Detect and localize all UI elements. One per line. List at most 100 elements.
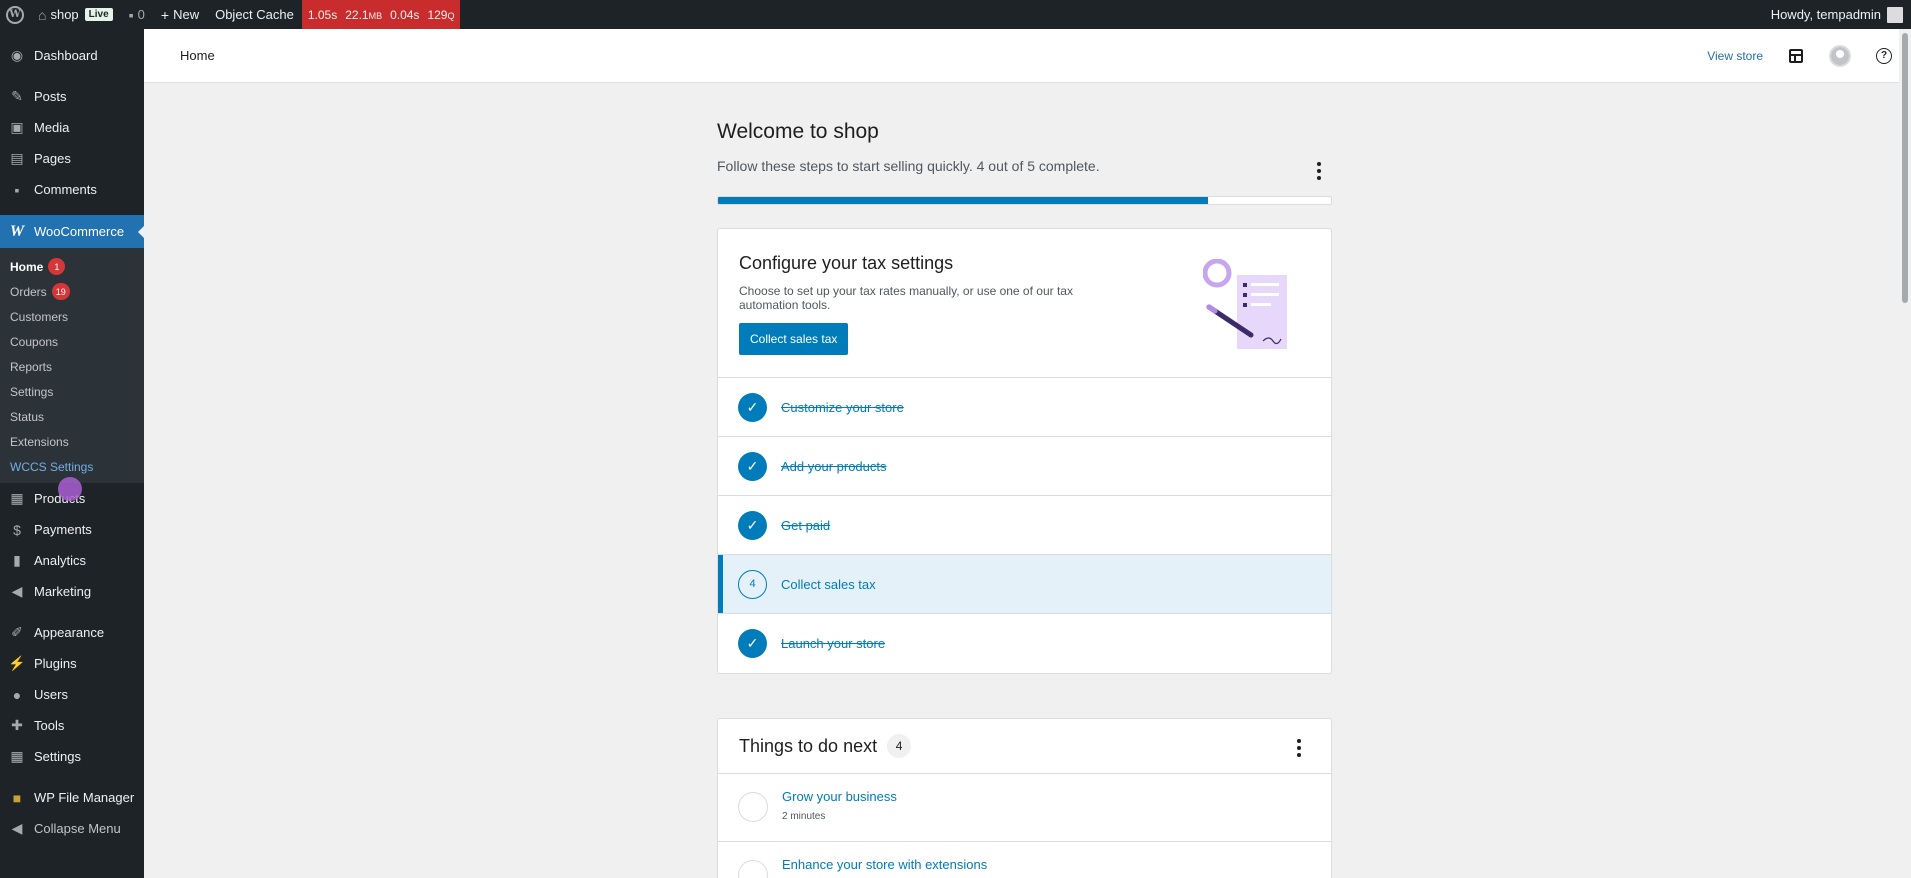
woocommerce-header: Home View store ? xyxy=(144,29,1911,83)
submenu-item-extensions[interactable]: Extensions xyxy=(0,429,144,454)
menu-item-posts[interactable]: ✎ Posts xyxy=(0,81,144,112)
submenu-item-status[interactable]: Status xyxy=(0,404,144,429)
collect-sales-tax-button[interactable]: Collect sales tax xyxy=(739,323,849,355)
admin-sidebar: ◉ Dashboard ✎ Posts ▣ Media ▤ Pages ▪ Comment… xyxy=(0,29,144,878)
todo-status-icon xyxy=(738,860,768,878)
menu-item-users[interactable]: ● Users xyxy=(0,679,144,710)
submenu-item-coupons[interactable]: Coupons xyxy=(0,329,144,354)
task-add-products[interactable]: ✓ Add your products xyxy=(718,437,1331,496)
submenu-item-home[interactable]: Home 1 xyxy=(0,254,144,279)
new-label: New xyxy=(173,7,200,22)
mouse-cursor-highlight xyxy=(58,477,82,501)
menu-item-payments[interactable]: $ Payments xyxy=(0,514,144,545)
collapse-icon: ◀ xyxy=(11,820,23,836)
todo-options-icon[interactable] xyxy=(1297,739,1301,757)
menu-item-woocommerce[interactable]: W WooCommerce xyxy=(0,215,144,248)
menu-item-marketing[interactable]: ◀ Marketing xyxy=(0,576,144,607)
plugin-icon: ⚡ xyxy=(8,655,26,671)
comment-icon: ▪ xyxy=(128,6,134,23)
submenu-item-orders[interactable]: Orders 19 xyxy=(0,279,144,304)
task-launch-store[interactable]: ✓ Launch your store xyxy=(718,614,1331,673)
task-get-paid[interactable]: ✓ Get paid xyxy=(718,496,1331,555)
todo-status-icon xyxy=(738,792,768,822)
brush-icon: ✐ xyxy=(11,624,23,640)
site-name-link[interactable]: ⌂ shop Live xyxy=(30,0,121,29)
check-icon: ✓ xyxy=(738,510,767,540)
menu-item-appearance[interactable]: ✐ Appearance xyxy=(0,617,144,648)
menu-item-settings[interactable]: ▦ Settings xyxy=(0,741,144,772)
home-icon: ⌂ xyxy=(38,6,47,23)
setup-task-list: Configure your tax settings Choose to se… xyxy=(717,228,1332,674)
folder-icon: ■ xyxy=(12,789,22,806)
layout-icon[interactable] xyxy=(1785,45,1807,67)
collapse-menu-button[interactable]: ◀ Collapse Menu xyxy=(0,813,144,844)
new-content-link[interactable]: + New xyxy=(153,0,207,29)
megaphone-icon: ◀ xyxy=(11,583,23,599)
pin-icon: ✎ xyxy=(11,88,23,104)
howdy-text: Howdy, tempadmin xyxy=(1770,7,1881,22)
qm-db-time: 0.04s xyxy=(390,7,420,22)
menu-item-analytics[interactable]: ▮ Analytics xyxy=(0,545,144,576)
task-hero-description: Choose to set up your tax rates manually… xyxy=(739,284,1073,312)
products-icon: ▦ xyxy=(10,490,24,506)
object-cache-link[interactable]: Object Cache xyxy=(207,0,302,29)
submenu-item-wccs-settings[interactable]: WCCS Settings xyxy=(0,454,144,479)
submenu-item-reports[interactable]: Reports xyxy=(0,354,144,379)
welcome-title: Welcome to shop xyxy=(717,120,879,143)
wrench-icon: ✚ xyxy=(11,717,23,733)
query-monitor-stats[interactable]: 1.05s 22.1MB 0.04s 129Q xyxy=(301,0,461,29)
check-icon: ✓ xyxy=(738,629,767,658)
users-icon: ● xyxy=(12,686,22,703)
help-icon[interactable]: ? xyxy=(1873,45,1895,67)
live-badge: Live xyxy=(84,8,113,21)
dashboard-icon: ◉ xyxy=(10,47,24,63)
wordpress-logo-icon[interactable]: W xyxy=(0,0,30,29)
menu-item-dashboard[interactable]: ◉ Dashboard xyxy=(0,40,144,71)
comments-link[interactable]: ▪ 0 xyxy=(121,0,153,29)
settings-icon: ▦ xyxy=(10,748,24,764)
menu-item-plugins[interactable]: ⚡ Plugins xyxy=(0,648,144,679)
analytics-icon: ▮ xyxy=(13,552,21,568)
todo-count-badge: 4 xyxy=(887,734,912,758)
setup-progress-bar xyxy=(717,196,1332,205)
woocommerce-icon: W xyxy=(9,222,25,240)
menu-item-pages[interactable]: ▤ Pages xyxy=(0,143,144,174)
home-count-badge: 1 xyxy=(48,258,66,275)
todo-item-grow-business[interactable]: Grow your business 2 minutes xyxy=(718,774,1331,842)
payments-icon: $ xyxy=(13,521,21,538)
plus-icon: + xyxy=(160,6,170,23)
woocommerce-submenu: Home 1 Orders 19 Customers Coupons Reports… xyxy=(0,248,144,483)
media-icon: ▣ xyxy=(10,119,24,135)
task-list-options-icon[interactable] xyxy=(1316,162,1322,180)
todo-title: Things to do next xyxy=(739,735,878,756)
submenu-item-customers[interactable]: Customers xyxy=(0,304,144,329)
view-store-link[interactable]: View store xyxy=(1707,49,1763,63)
menu-item-media[interactable]: ▣ Media xyxy=(0,112,144,143)
menu-item-wp-file-manager[interactable]: ■ WP File Manager xyxy=(0,782,144,813)
orders-count-badge: 19 xyxy=(51,283,70,300)
page-scrollbar[interactable] xyxy=(1899,29,1911,878)
qm-time: 1.05s xyxy=(307,7,338,22)
comments-icon: ▪ xyxy=(14,181,20,198)
welcome-subtitle: Follow these steps to start selling quic… xyxy=(717,158,1100,174)
task-hero: Configure your tax settings Choose to se… xyxy=(718,229,1331,378)
menu-item-tools[interactable]: ✚ Tools xyxy=(0,710,144,741)
pages-icon: ▤ xyxy=(10,150,24,166)
task-collect-sales-tax[interactable]: 4 Collect sales tax xyxy=(718,555,1331,614)
my-account-link[interactable]: Howdy, tempadmin xyxy=(1763,0,1911,29)
todo-item-enhance-store[interactable]: Enhance your store with extensions xyxy=(718,842,1331,878)
qm-queries: 129Q xyxy=(427,7,455,22)
site-name: shop xyxy=(50,7,79,22)
check-icon: ✓ xyxy=(738,451,767,481)
qm-memory: 22.1MB xyxy=(345,7,383,22)
comments-count: 0 xyxy=(137,7,145,22)
submenu-item-settings[interactable]: Settings xyxy=(0,379,144,404)
admin-bar: W ⌂ shop Live ▪ 0 + New Object Cache 1.0… xyxy=(0,0,1911,29)
menu-item-comments[interactable]: ▪ Comments xyxy=(0,174,144,205)
home-main: Welcome to shop Follow these steps to st… xyxy=(717,120,1332,878)
object-cache-label: Object Cache xyxy=(215,7,294,22)
things-to-do-next-card: Things to do next 4 Grow your business 2… xyxy=(717,718,1332,878)
user-avatar-icon[interactable] xyxy=(1829,44,1851,67)
check-icon: ✓ xyxy=(738,392,767,422)
task-customize-store[interactable]: ✓ Customize your store xyxy=(718,378,1331,437)
